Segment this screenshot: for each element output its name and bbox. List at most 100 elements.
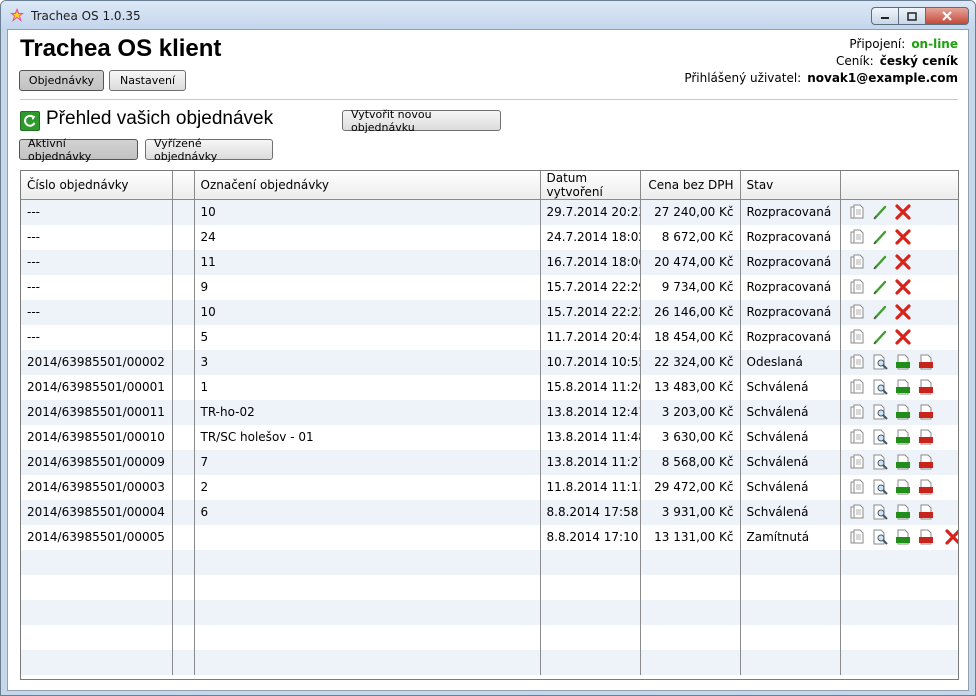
header-divider bbox=[20, 99, 958, 100]
csv-export-icon[interactable] bbox=[895, 504, 911, 520]
table-row[interactable]: --- 5 11.7.2014 20:48 18 454,00 Kč Rozpracov… bbox=[21, 324, 958, 350]
copy-icon[interactable] bbox=[849, 304, 865, 320]
new-order-button[interactable]: Vytvořit novou objednávku bbox=[342, 108, 501, 134]
copy-icon[interactable] bbox=[849, 479, 865, 495]
col-number-header[interactable]: Číslo objednávky bbox=[21, 171, 173, 200]
close-button[interactable] bbox=[925, 7, 969, 25]
col-label-header[interactable]: Označení objednávky bbox=[194, 171, 541, 200]
view-icon[interactable] bbox=[872, 504, 888, 520]
csv-export-icon[interactable] bbox=[895, 379, 911, 395]
copy-icon[interactable] bbox=[849, 229, 865, 245]
nav-settings-button[interactable]: Nastavení bbox=[109, 70, 186, 91]
view-icon[interactable] bbox=[872, 354, 888, 370]
table-row[interactable]: 2014/63985501/00004 6 8.8.2014 17:58 3 931,… bbox=[21, 499, 958, 525]
order-date: 10.7.2014 10:55 bbox=[540, 349, 641, 375]
copy-icon[interactable] bbox=[849, 404, 865, 420]
copy-icon[interactable] bbox=[849, 354, 865, 370]
table-row[interactable]: --- 10 15.7.2014 22:22 26 146,00 Kč Rozpraco… bbox=[21, 299, 958, 325]
order-label: TR-ho-02 bbox=[194, 399, 541, 425]
order-status: Schválená bbox=[740, 449, 841, 475]
title-bar: Trachea OS 1.0.35 bbox=[1, 1, 975, 29]
order-label bbox=[194, 524, 541, 550]
col-status-header[interactable]: Stav bbox=[740, 171, 841, 200]
nav-orders-button[interactable]: Objednávky bbox=[19, 70, 104, 91]
col-date-header[interactable]: Datum vytvoření bbox=[540, 171, 641, 200]
delete-icon[interactable] bbox=[894, 254, 911, 270]
col-actions-header[interactable] bbox=[840, 171, 958, 200]
app-title: Trachea OS klient bbox=[20, 35, 222, 62]
tab-active-orders[interactable]: Aktivní objednávky bbox=[19, 137, 138, 163]
view-icon[interactable] bbox=[872, 479, 888, 495]
table-row[interactable]: 2014/63985501/00002 3 10.7.2014 10:55 22 32… bbox=[21, 349, 958, 375]
xml-export-icon[interactable] bbox=[918, 529, 934, 545]
view-icon[interactable] bbox=[872, 529, 888, 545]
edit-icon[interactable] bbox=[872, 279, 888, 295]
csv-export-icon[interactable] bbox=[895, 354, 911, 370]
delete-icon[interactable] bbox=[894, 229, 911, 245]
edit-icon[interactable] bbox=[872, 229, 888, 245]
refresh-icon[interactable] bbox=[20, 111, 40, 131]
xml-export-icon[interactable] bbox=[918, 429, 934, 445]
order-label: 6 bbox=[194, 499, 541, 525]
xml-export-icon[interactable] bbox=[918, 354, 934, 370]
view-icon[interactable] bbox=[872, 379, 888, 395]
table-row[interactable]: 2014/63985501/00009 7 13.8.2014 11:27 8 568… bbox=[21, 449, 958, 475]
edit-icon[interactable] bbox=[872, 204, 888, 220]
delete-icon[interactable] bbox=[894, 204, 911, 220]
tab-completed-orders[interactable]: Vyřízené objednávky bbox=[145, 137, 273, 163]
order-price: 8 672,00 Kč bbox=[640, 224, 741, 250]
order-status: Rozpracovaná bbox=[740, 224, 841, 250]
csv-export-icon[interactable] bbox=[895, 404, 911, 420]
blank-cell bbox=[172, 524, 195, 550]
copy-icon[interactable] bbox=[849, 454, 865, 470]
table-row[interactable]: 2014/63985501/00010 TR/SC holešov - 01 13.… bbox=[21, 424, 958, 450]
csv-export-icon[interactable] bbox=[895, 479, 911, 495]
copy-icon[interactable] bbox=[849, 279, 865, 295]
copy-icon[interactable] bbox=[849, 504, 865, 520]
table-row[interactable]: 2014/63985501/00001 1 15.8.2014 11:20 13 48… bbox=[21, 374, 958, 400]
maximize-button[interactable] bbox=[898, 7, 925, 25]
copy-icon[interactable] bbox=[849, 429, 865, 445]
maximize-icon bbox=[907, 11, 917, 21]
edit-icon[interactable] bbox=[872, 329, 888, 345]
delete-icon[interactable] bbox=[894, 279, 911, 295]
view-icon[interactable] bbox=[872, 429, 888, 445]
table-row[interactable]: 2014/63985501/00011 TR-ho-02 13.8.2014 12:… bbox=[21, 399, 958, 425]
copy-icon[interactable] bbox=[849, 379, 865, 395]
delete-icon[interactable] bbox=[894, 329, 911, 345]
edit-icon[interactable] bbox=[872, 304, 888, 320]
view-icon[interactable] bbox=[872, 404, 888, 420]
copy-icon[interactable] bbox=[849, 329, 865, 345]
order-date: 15.7.2014 22:29 bbox=[540, 274, 641, 300]
copy-icon[interactable] bbox=[849, 529, 865, 545]
delete-icon[interactable] bbox=[944, 529, 958, 545]
order-number: --- bbox=[21, 224, 173, 250]
minimize-button[interactable] bbox=[871, 7, 898, 25]
order-label: 11 bbox=[194, 249, 541, 275]
csv-export-icon[interactable] bbox=[895, 429, 911, 445]
table-row[interactable]: --- 24 24.7.2014 18:02 8 672,00 Kč Rozpracov… bbox=[21, 224, 958, 250]
xml-export-icon[interactable] bbox=[918, 379, 934, 395]
csv-export-icon[interactable] bbox=[895, 454, 911, 470]
empty-row bbox=[21, 549, 958, 575]
order-actions bbox=[840, 424, 958, 450]
delete-icon[interactable] bbox=[894, 304, 911, 320]
view-icon[interactable] bbox=[872, 454, 888, 470]
table-row[interactable]: --- 10 29.7.2014 20:23 27 240,00 Kč Rozpraco… bbox=[21, 199, 958, 225]
table-row[interactable]: 2014/63985501/00003 2 11.8.2014 11:13 29 47… bbox=[21, 474, 958, 500]
xml-export-icon[interactable] bbox=[918, 454, 934, 470]
xml-export-icon[interactable] bbox=[918, 479, 934, 495]
col-blank-header[interactable] bbox=[172, 171, 195, 200]
copy-icon[interactable] bbox=[849, 204, 865, 220]
xml-export-icon[interactable] bbox=[918, 404, 934, 420]
order-date: 13.8.2014 11:48 bbox=[540, 424, 641, 450]
blank-cell bbox=[172, 224, 195, 250]
table-row[interactable]: 2014/63985501/00005 8.8.2014 17:10 13 131,… bbox=[21, 524, 958, 550]
col-price-header[interactable]: Cena bez DPH bbox=[640, 171, 741, 200]
table-row[interactable]: --- 11 16.7.2014 18:06 20 474,00 Kč Rozpraco… bbox=[21, 249, 958, 275]
table-row[interactable]: --- 9 15.7.2014 22:29 9 734,00 Kč Rozpracova… bbox=[21, 274, 958, 300]
xml-export-icon[interactable] bbox=[918, 504, 934, 520]
copy-icon[interactable] bbox=[849, 254, 865, 270]
csv-export-icon[interactable] bbox=[895, 529, 911, 545]
edit-icon[interactable] bbox=[872, 254, 888, 270]
